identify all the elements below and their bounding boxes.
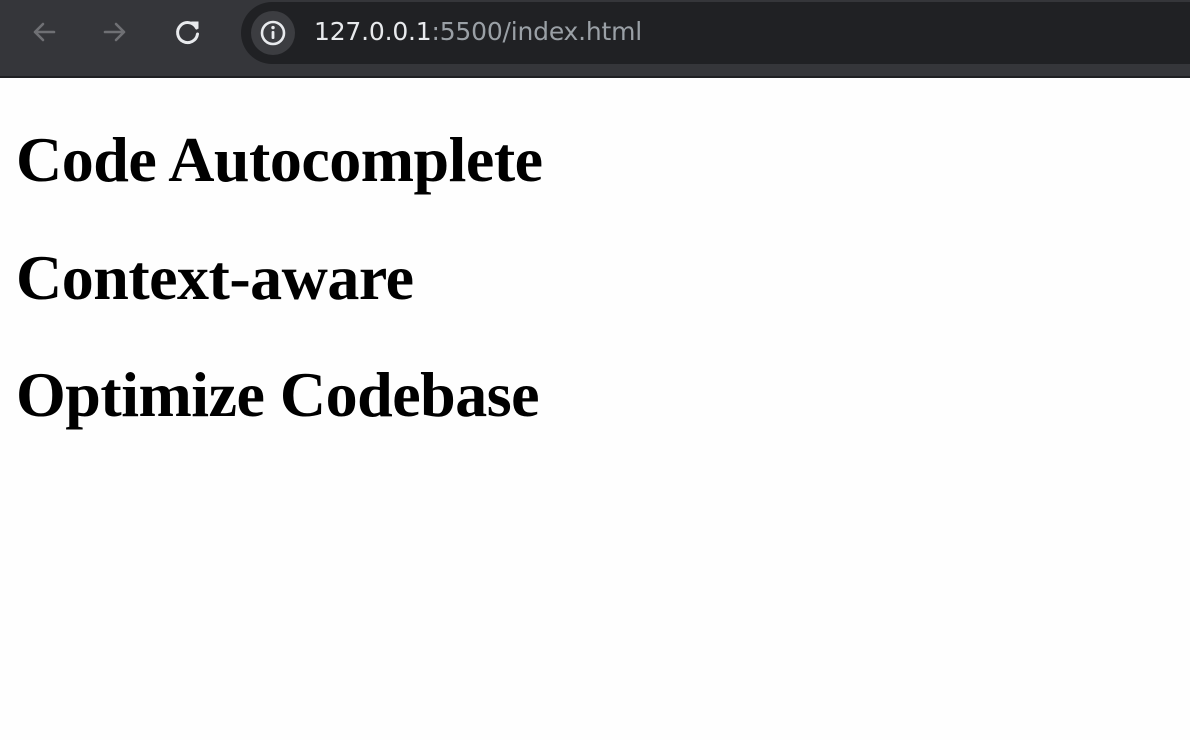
forward-button[interactable] xyxy=(97,14,133,50)
address-bar[interactable]: 127.0.0.1:5500/index.html xyxy=(241,2,1190,64)
reload-button[interactable] xyxy=(170,14,206,50)
reload-icon xyxy=(176,21,199,44)
arrow-right-icon xyxy=(103,22,126,42)
heading-context-aware: Context-aware xyxy=(16,242,414,313)
url-host: 127.0.0.1 xyxy=(314,17,432,46)
page-content: Code Autocomplete Context-aware Optimize… xyxy=(0,80,1190,740)
url-text[interactable]: 127.0.0.1:5500/index.html xyxy=(314,17,642,47)
site-info-button[interactable] xyxy=(251,11,295,55)
info-icon xyxy=(260,20,286,46)
heading-code-autocomplete: Code Autocomplete xyxy=(16,124,543,195)
back-button[interactable] xyxy=(26,14,62,50)
heading-optimize-codebase: Optimize Codebase xyxy=(16,359,540,430)
url-path: :5500/index.html xyxy=(431,17,643,46)
arrow-left-icon xyxy=(33,22,56,42)
browser-toolbar: 127.0.0.1:5500/index.html xyxy=(0,0,1190,78)
